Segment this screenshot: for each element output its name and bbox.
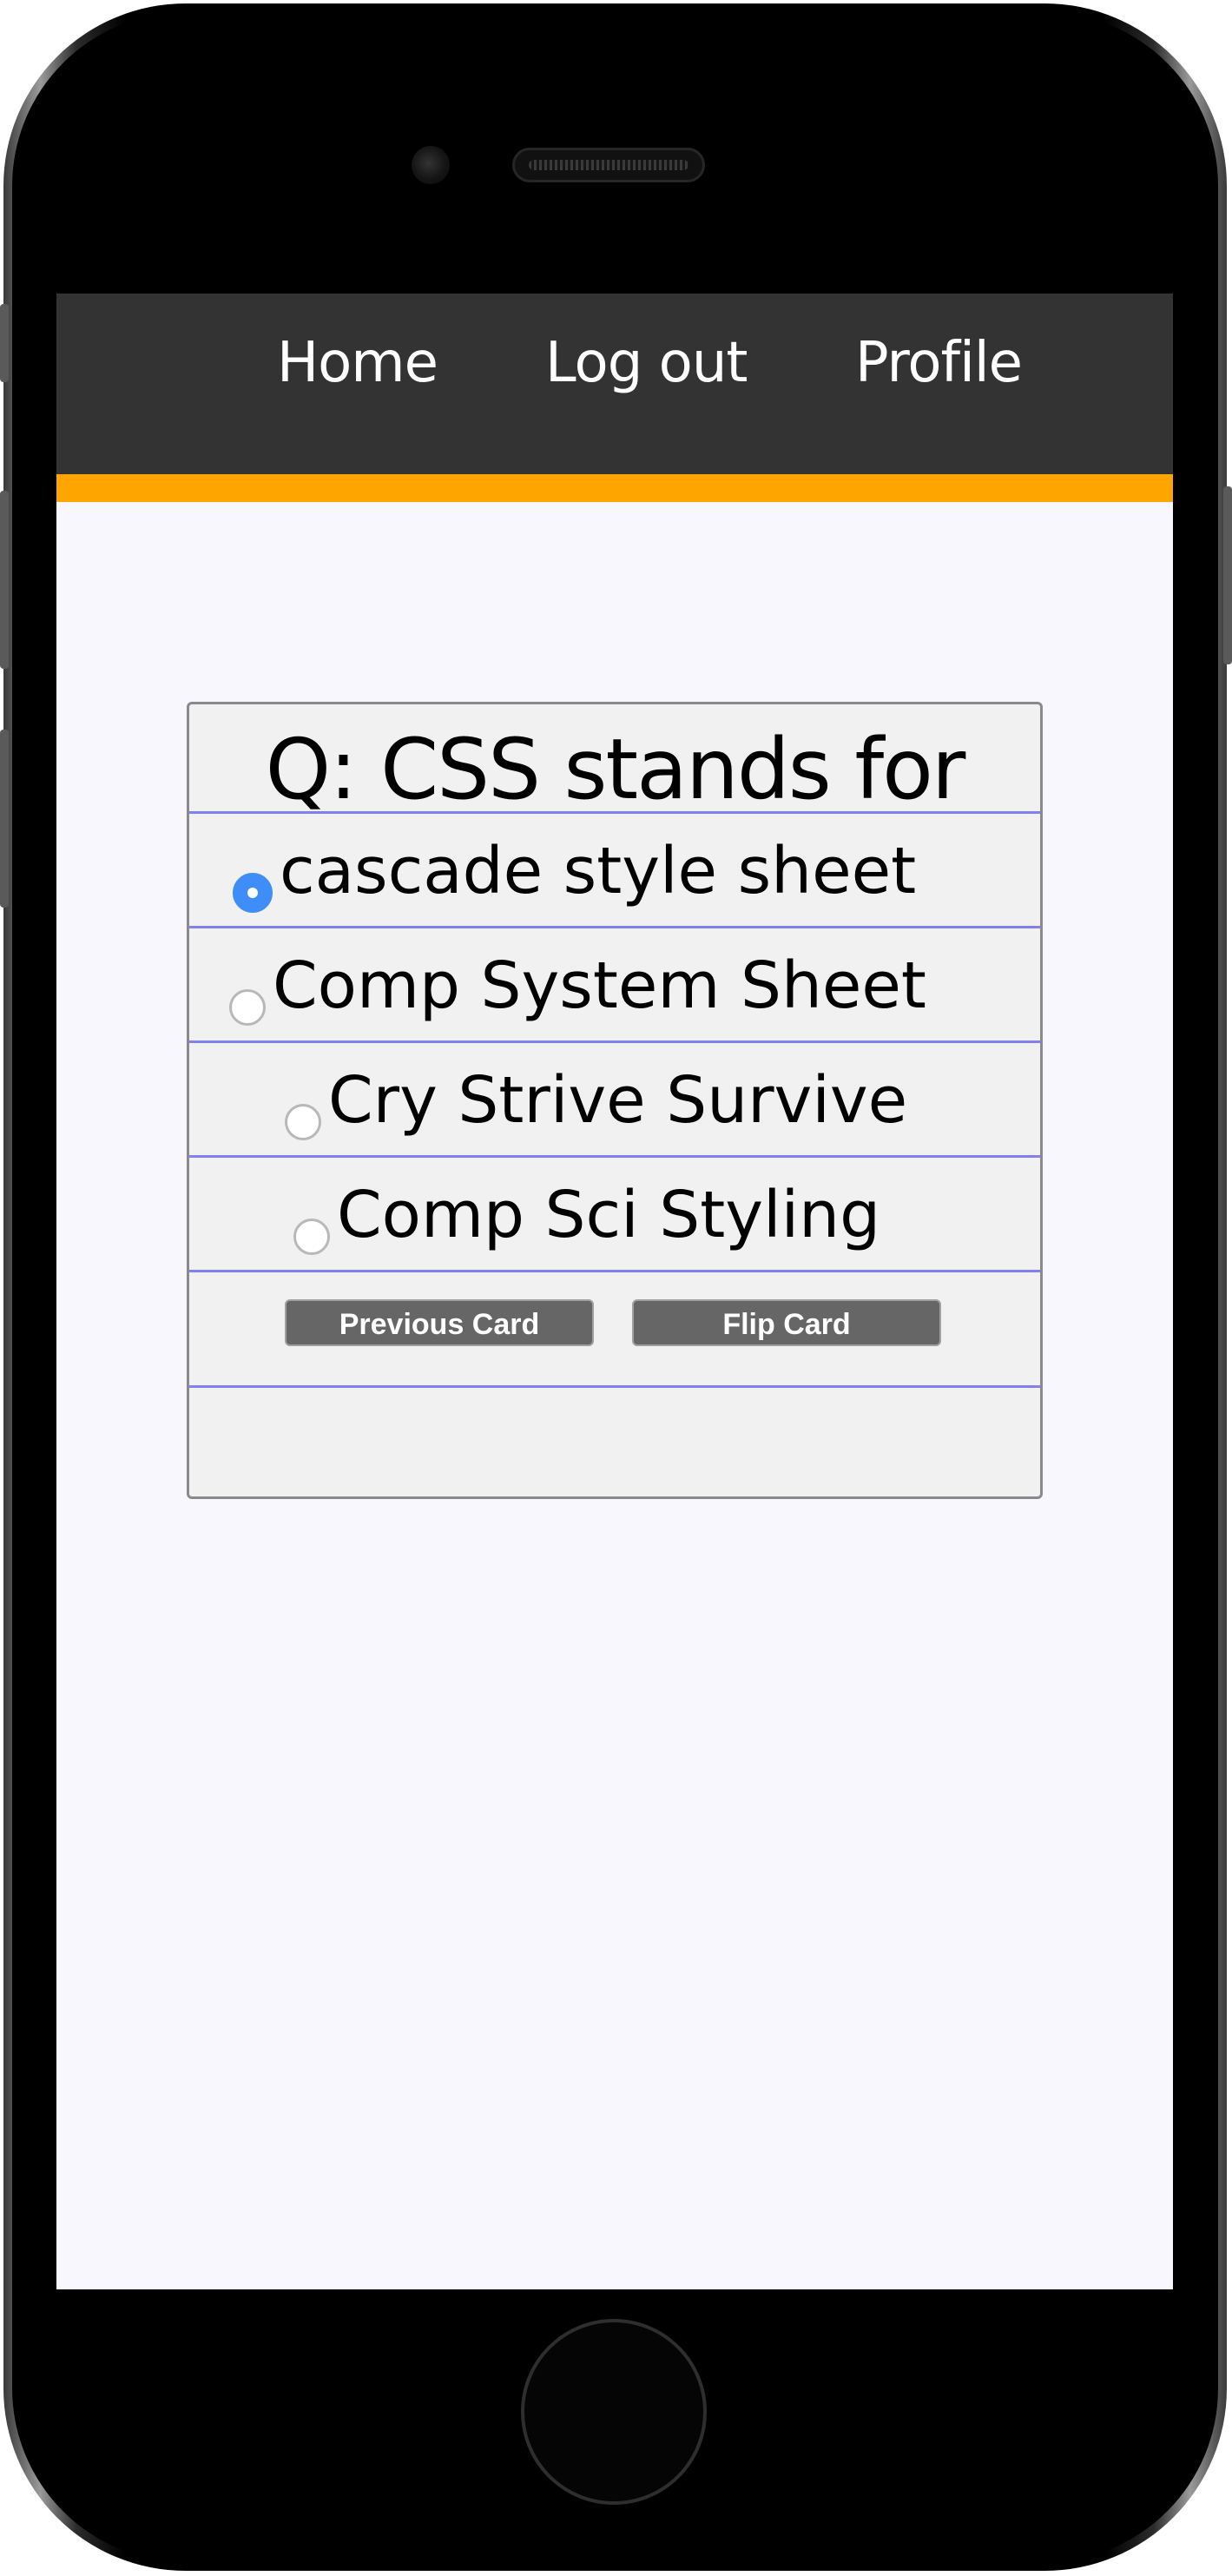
nav-profile-link[interactable]: Profile — [855, 328, 1023, 398]
card-actions: Previous Card Flip Card — [189, 1273, 1040, 1388]
option-label: cascade style sheet — [280, 834, 917, 908]
home-button[interactable] — [521, 2319, 707, 2505]
card-answer-area — [189, 1388, 1040, 1496]
top-navbar: Home Log out Profile — [56, 294, 1173, 502]
radio-unselected-icon[interactable] — [229, 989, 266, 1026]
option-label: Cry Strive Survive — [328, 1063, 908, 1138]
earpiece-speaker — [512, 148, 705, 182]
power-button — [1223, 486, 1232, 664]
app-screen: Home Log out Profile Q: CSS stands for c… — [56, 294, 1173, 2289]
volume-down-button — [0, 730, 9, 908]
answer-option[interactable]: Cry Strive Survive — [189, 1043, 1040, 1158]
radio-unselected-icon[interactable] — [285, 1104, 321, 1140]
answer-option[interactable]: Comp System Sheet — [189, 928, 1040, 1043]
question-title: Q: CSS stands for — [189, 704, 1040, 818]
answer-option[interactable]: cascade style sheet — [189, 814, 1040, 928]
option-label: Comp System Sheet — [273, 948, 926, 1023]
radio-selected-icon[interactable] — [233, 873, 273, 913]
nav-home-link[interactable]: Home — [277, 328, 438, 398]
answer-option[interactable]: Comp Sci Styling — [189, 1158, 1040, 1272]
front-camera-icon — [412, 146, 450, 184]
previous-card-button[interactable]: Previous Card — [285, 1299, 594, 1346]
flip-card-button[interactable]: Flip Card — [632, 1299, 941, 1346]
flash-card: Q: CSS stands for cascade style sheet Co… — [187, 702, 1043, 1499]
silent-switch — [0, 304, 9, 382]
speaker-grille — [529, 160, 688, 170]
nav-logout-link[interactable]: Log out — [545, 328, 748, 398]
volume-up-button — [0, 491, 9, 669]
option-label: Comp Sci Styling — [337, 1178, 881, 1252]
radio-unselected-icon[interactable] — [293, 1219, 330, 1255]
